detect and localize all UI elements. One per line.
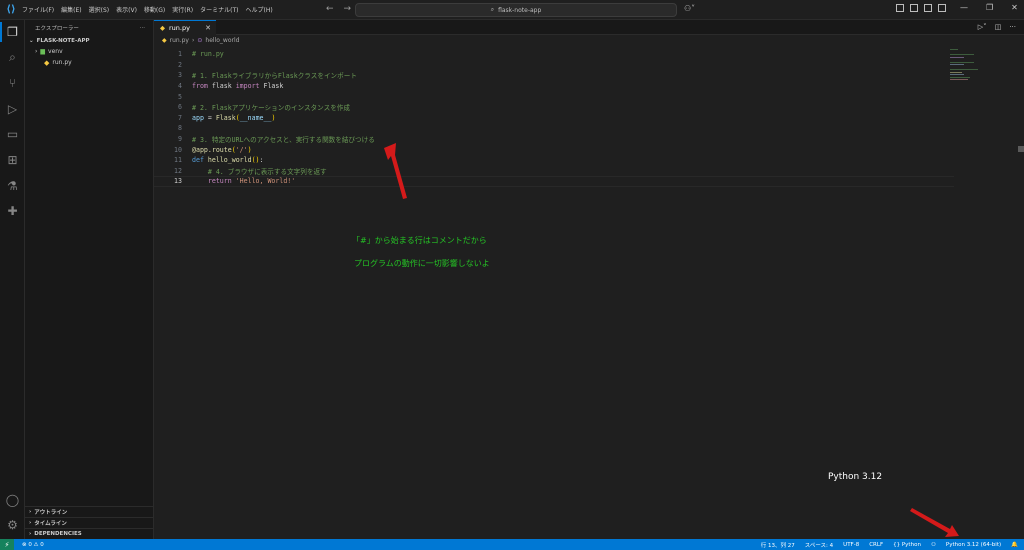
notifications-bell-icon[interactable]: 🔔 (1011, 542, 1018, 548)
encoding[interactable]: UTF-8 (843, 542, 859, 548)
red-arrow-upper (384, 143, 407, 199)
end-of-line[interactable]: CRLF (869, 542, 883, 548)
status-bar: ⚡ ⊗ 0 ⚠ 0 行 13、列 27 スペース: 4 UTF-8 CRLF {… (0, 539, 1024, 550)
language-label: Python (901, 541, 921, 548)
language-mode[interactable]: {} Python (893, 542, 921, 548)
remote-indicator-icon[interactable]: ⚡ (0, 539, 14, 550)
annotation-overlay (384, 143, 959, 537)
annotation-line-2: プログラムの動作に一切影響しないよ (354, 259, 490, 268)
problems-status[interactable]: ⊗ 0 ⚠ 0 (22, 542, 44, 548)
python-interpreter[interactable]: Python 3.12 (64-bit) (946, 542, 1001, 548)
cursor-position[interactable]: 行 13、列 27 (761, 541, 795, 549)
annotation-line-1: 「#」から始まる行はコメントだから (352, 236, 487, 245)
red-arrow-lower (910, 508, 959, 537)
indentation[interactable]: スペース: 4 (805, 541, 833, 549)
copilot-status-icon[interactable]: ⚇ (931, 542, 936, 548)
annotation-python-label: Python 3.12 (828, 472, 883, 482)
